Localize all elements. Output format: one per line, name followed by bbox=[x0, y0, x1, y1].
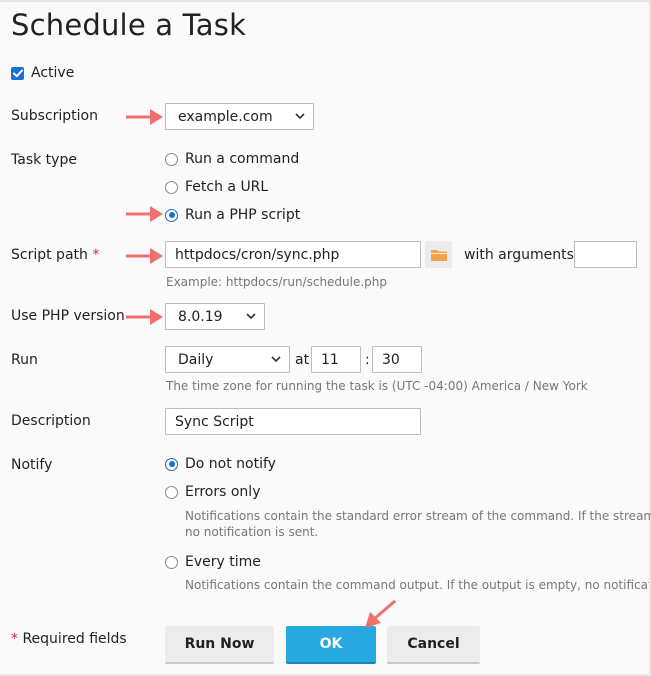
run-now-button[interactable]: Run Now bbox=[165, 626, 274, 664]
notify-errors-only-radio[interactable]: Errors only bbox=[165, 484, 260, 500]
chevron-down-icon bbox=[271, 356, 281, 363]
radio-unchecked-icon bbox=[165, 485, 178, 499]
run-at-label: at bbox=[295, 352, 310, 368]
with-arguments-label: with arguments bbox=[464, 247, 574, 263]
annotation-arrow-icon bbox=[126, 206, 163, 222]
chevron-down-icon bbox=[295, 113, 305, 120]
cancel-button[interactable]: Cancel bbox=[387, 626, 480, 664]
run-minute-input[interactable]: 30 bbox=[372, 346, 422, 373]
radio-label: Run a PHP script bbox=[185, 207, 301, 223]
description-value: Sync Script bbox=[175, 413, 254, 430]
subscription-select[interactable]: example.com bbox=[165, 103, 314, 130]
annotation-arrow-icon bbox=[365, 599, 396, 628]
task-type-fetch-url-radio[interactable]: Fetch a URL bbox=[165, 179, 268, 195]
chevron-down-icon bbox=[246, 313, 256, 320]
arguments-input[interactable] bbox=[574, 241, 637, 268]
annotation-arrow-icon bbox=[126, 109, 163, 125]
browse-folder-button[interactable] bbox=[425, 241, 452, 268]
subscription-label: Subscription bbox=[11, 108, 98, 124]
radio-label: Every time bbox=[185, 554, 261, 570]
radio-label: Run a command bbox=[185, 151, 300, 167]
php-version-select[interactable]: 8.0.19 bbox=[165, 303, 265, 330]
task-type-php-script-radio[interactable]: Run a PHP script bbox=[165, 207, 300, 223]
script-path-example: Example: httpdocs/run/schedule.php bbox=[166, 275, 388, 289]
folder-icon bbox=[430, 249, 447, 261]
notify-label: Notify bbox=[11, 457, 53, 473]
annotation-arrow-icon bbox=[126, 309, 163, 325]
ok-button[interactable]: OK bbox=[286, 626, 376, 664]
required-fields-note: * Required fields bbox=[11, 631, 127, 647]
task-type-label: Task type bbox=[11, 152, 77, 168]
active-label: Active bbox=[31, 65, 75, 81]
subscription-value: example.com bbox=[178, 108, 273, 125]
radio-unchecked-icon bbox=[165, 180, 178, 194]
timezone-hint: The time zone for running the task is (U… bbox=[166, 379, 588, 393]
required-marker: * bbox=[92, 247, 100, 263]
radio-checked-icon bbox=[165, 208, 178, 222]
description-input[interactable]: Sync Script bbox=[165, 408, 421, 435]
run-hour-value: 11 bbox=[321, 351, 339, 368]
run-frequency-select[interactable]: Daily bbox=[165, 346, 290, 373]
script-path-value: httpdocs/cron/sync.php bbox=[175, 246, 340, 263]
required-marker: * bbox=[11, 631, 18, 647]
checkbox-checked-icon bbox=[11, 66, 24, 80]
notify-every-time-radio[interactable]: Every time bbox=[165, 554, 261, 570]
errors-only-hint-line2: no notification is sent. bbox=[185, 525, 319, 539]
run-minute-value: 30 bbox=[382, 351, 400, 368]
description-label: Description bbox=[11, 413, 91, 429]
task-type-run-command-radio[interactable]: Run a command bbox=[165, 151, 299, 167]
required-fields-text: Required fields bbox=[22, 631, 127, 647]
script-path-input[interactable]: httpdocs/cron/sync.php bbox=[165, 241, 421, 268]
run-frequency-value: Daily bbox=[178, 351, 214, 368]
run-label: Run bbox=[11, 352, 38, 368]
php-version-label: Use PHP version bbox=[11, 308, 125, 324]
active-checkbox[interactable]: Active bbox=[11, 65, 74, 81]
run-hour-input[interactable]: 11 bbox=[311, 346, 361, 373]
notify-do-not-notify-radio[interactable]: Do not notify bbox=[165, 456, 276, 472]
radio-unchecked-icon bbox=[165, 152, 178, 166]
page-frame bbox=[0, 0, 651, 676]
radio-label: Do not notify bbox=[185, 456, 276, 472]
radio-unchecked-icon bbox=[165, 555, 178, 569]
radio-label: Errors only bbox=[185, 484, 261, 500]
errors-only-hint-line1: Notifications contain the standard error… bbox=[185, 509, 651, 523]
page-title: Schedule a Task bbox=[11, 8, 247, 42]
radio-checked-icon bbox=[165, 457, 178, 471]
annotation-arrow-icon bbox=[126, 248, 163, 264]
php-version-value: 8.0.19 bbox=[178, 308, 223, 325]
every-time-hint: Notifications contain the command output… bbox=[185, 578, 649, 592]
script-path-label: Script path * bbox=[11, 247, 99, 263]
time-separator: : bbox=[365, 352, 370, 368]
errors-only-hint: Notifications contain the standard error… bbox=[185, 509, 651, 539]
radio-label: Fetch a URL bbox=[185, 179, 269, 195]
script-path-label-text: Script path bbox=[11, 247, 88, 263]
